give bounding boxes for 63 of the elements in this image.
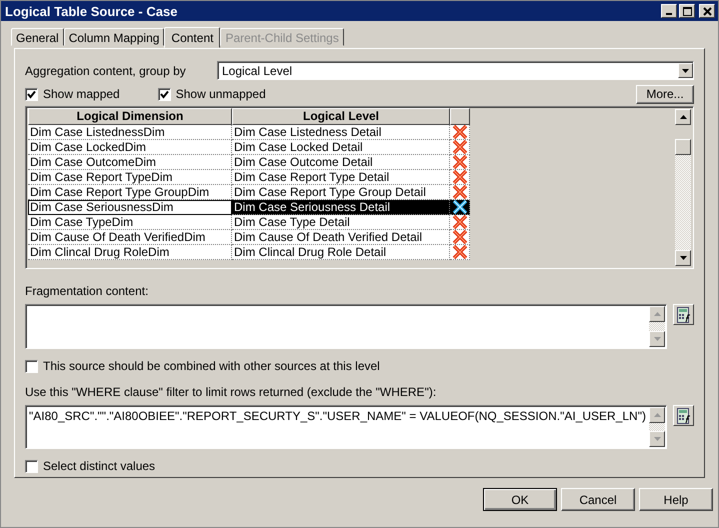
show-mapped-checkbox[interactable]: Show mapped	[25, 87, 120, 101]
window-title: Logical Table Source - Case	[5, 4, 178, 18]
table-cell[interactable]: Dim Case Locked Detail	[232, 140, 450, 155]
table-cell[interactable]: Dim Case Outcome Detail	[232, 155, 450, 170]
scroll-up-icon	[680, 115, 686, 119]
table-cell[interactable]: Dim Case TypeDim	[28, 215, 232, 230]
where-clause-field[interactable]: "AI80_SRC".""."AI80OBIEE"."REPORT_SECURTY_S"."USER_NAME" = VALUEOF(NQ_SESSION."AI_USER_LN")	[25, 405, 667, 449]
checkmark-icon	[27, 90, 36, 98]
scrollbar-thumb[interactable]	[675, 139, 691, 155]
table-cell[interactable]: Dim Case SeriousnessDim	[28, 200, 232, 215]
minimize-button[interactable]	[661, 4, 677, 18]
table-cell[interactable]: Dim Case Type Detail	[232, 215, 450, 230]
vertical-scrollbar[interactable]	[649, 306, 665, 347]
close-button[interactable]	[699, 4, 715, 18]
scroll-down-icon	[654, 337, 660, 341]
tab[interactable]: Column Mapping	[64, 28, 164, 46]
table-cell[interactable]: Dim Case ListednessDim	[28, 125, 232, 140]
column-header[interactable]	[450, 108, 470, 125]
table-cell[interactable]: Dim Case OutcomeDim	[28, 155, 232, 170]
aggregation-label: Aggregation content, group by	[25, 64, 187, 78]
tab[interactable]: Content	[164, 27, 220, 48]
dialog-button[interactable]: Cancel	[561, 488, 635, 511]
dialog-button[interactable]: OK	[483, 488, 557, 511]
table-cell[interactable]: Dim Case Report Type Group Detail	[232, 185, 450, 200]
table-cell[interactable]: Dim Clincal Drug Role Detail	[232, 245, 450, 260]
table-cell[interactable]: Dim Cause Of Death Verified Detail	[232, 230, 450, 245]
where-clause-label: Use this "WHERE clause" filter to limit rows returned (exclude the "WHERE"):	[25, 385, 438, 399]
scroll-down-icon	[654, 437, 660, 441]
scroll-up-icon	[654, 312, 660, 316]
expression-builder-button[interactable]	[673, 405, 694, 426]
dialog-button[interactable]: Help	[639, 488, 713, 511]
vertical-scrollbar[interactable]	[649, 407, 665, 447]
scroll-up-icon	[654, 413, 660, 417]
cross-icon[interactable]	[452, 200, 468, 214]
fragmentation-label: Fragmentation content:	[25, 284, 150, 298]
table-cell[interactable]: Dim Case Listedness Detail	[232, 125, 450, 140]
maximize-button[interactable]	[679, 4, 695, 18]
table-cell[interactable]: Dim Case Report Type GroupDim	[28, 185, 232, 200]
calculator-icon	[676, 408, 690, 424]
close-icon	[702, 6, 712, 16]
table-cell[interactable]: Dim Case LockedDim	[28, 140, 232, 155]
table-cell[interactable]: Dim Clincal Drug RoleDim	[28, 245, 232, 260]
table-cell[interactable]: Dim Cause Of Death VerifiedDim	[28, 230, 232, 245]
maximize-icon	[682, 6, 692, 16]
expression-builder-button[interactable]	[673, 304, 694, 325]
caret-down-icon	[682, 68, 689, 72]
column-header[interactable]: Logical Dimension	[28, 108, 232, 125]
more-button[interactable]: More...	[636, 84, 694, 104]
tab[interactable]: General	[11, 28, 64, 46]
select-distinct-checkbox[interactable]: Select distinct values	[25, 459, 694, 473]
table-cell[interactable]: Dim Case Report TypeDim	[28, 170, 232, 185]
aggregation-dropdown[interactable]: Logical Level	[217, 61, 694, 80]
vertical-scrollbar[interactable]	[675, 109, 691, 266]
fragmentation-field[interactable]	[25, 304, 667, 349]
checkmark-icon	[160, 90, 169, 98]
calculator-icon	[676, 306, 690, 322]
table-cell[interactable]: Dim Case Seriousness Detail	[232, 200, 450, 215]
table-cell[interactable]: Dim Case Report Type Detail	[232, 170, 450, 185]
show-unmapped-checkbox[interactable]: Show unmapped	[158, 87, 266, 101]
combine-sources-checkbox[interactable]: This source should be combined with other sources at this level	[25, 359, 694, 373]
column-header[interactable]: Logical Level	[232, 108, 450, 125]
minimize-icon	[666, 12, 672, 14]
scroll-down-icon	[680, 256, 686, 260]
